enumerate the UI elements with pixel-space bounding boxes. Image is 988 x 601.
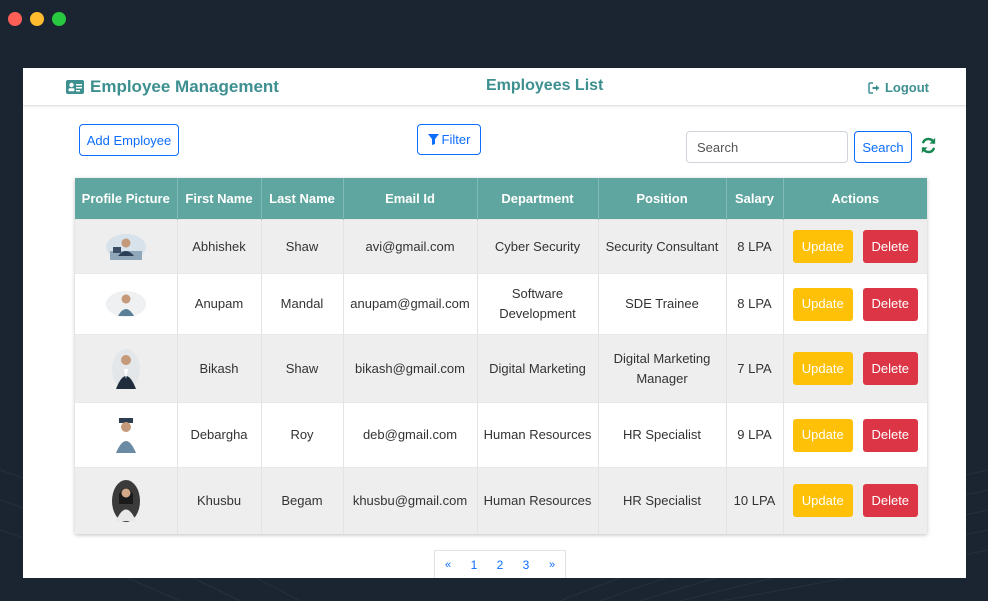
pagination-page-2[interactable]: 2 bbox=[487, 551, 513, 578]
delete-button[interactable]: Delete bbox=[862, 230, 918, 263]
first-name-cell: Anupam bbox=[177, 273, 262, 335]
close-window-button[interactable] bbox=[8, 12, 22, 26]
last-name-cell: Roy bbox=[261, 402, 344, 468]
last-name-cell: Mandal bbox=[261, 273, 344, 335]
avatar bbox=[111, 415, 140, 455]
update-button[interactable]: Update bbox=[792, 484, 853, 518]
actions-cell: Update Delete bbox=[783, 219, 927, 274]
actions-cell: Update Delete bbox=[783, 273, 927, 335]
avatar bbox=[111, 348, 140, 389]
update-button[interactable]: Update bbox=[792, 230, 853, 263]
email-cell: deb@gmail.com bbox=[343, 402, 478, 468]
pagination: « 1 2 3 » bbox=[434, 550, 566, 578]
last-name-cell: Shaw bbox=[261, 334, 344, 403]
column-header-actions: Actions bbox=[783, 178, 927, 220]
avatar bbox=[111, 479, 140, 522]
logout-label: Logout bbox=[884, 80, 929, 95]
email-cell: avi@gmail.com bbox=[343, 219, 478, 274]
salary-cell: 9 LPA bbox=[726, 402, 784, 468]
position-cell: Security Consultant bbox=[598, 219, 727, 274]
profile-picture-cell bbox=[75, 273, 178, 335]
salary-cell: 7 LPA bbox=[726, 334, 784, 403]
actions-cell: Update Delete bbox=[783, 467, 927, 534]
last-name-cell: Shaw bbox=[261, 219, 344, 274]
salary-cell: 8 LPA bbox=[726, 219, 784, 274]
employees-table: Profile Picture First Name Last Name Ema… bbox=[75, 178, 927, 534]
column-header-department[interactable]: Department bbox=[477, 178, 599, 220]
email-cell: khusbu@gmail.com bbox=[343, 467, 478, 534]
pagination-page-3[interactable]: 3 bbox=[513, 551, 539, 578]
first-name-cell: Khusbu bbox=[177, 467, 262, 534]
position-cell: HR Specialist bbox=[598, 467, 727, 534]
filter-label: Filter bbox=[441, 132, 471, 147]
email-cell: bikash@gmail.com bbox=[343, 334, 478, 403]
page-title: Employees List bbox=[486, 77, 604, 94]
navbar: Employee Management Employees List Logou… bbox=[23, 68, 966, 106]
profile-picture-cell bbox=[75, 402, 178, 468]
salary-cell: 8 LPA bbox=[726, 273, 784, 335]
profile-picture-cell bbox=[75, 334, 178, 403]
filter-icon bbox=[427, 134, 439, 145]
column-header-last-name[interactable]: Last Name bbox=[261, 178, 344, 220]
table-row: Khusbu Begam khusbu@gmail.com Human Reso… bbox=[75, 467, 927, 534]
position-cell: SDE Trainee bbox=[598, 273, 727, 335]
minimize-window-button[interactable] bbox=[30, 12, 44, 26]
last-name-cell: Begam bbox=[261, 467, 344, 534]
delete-button[interactable]: Delete bbox=[862, 352, 918, 385]
update-button[interactable]: Update bbox=[792, 418, 853, 452]
table-row: Debargha Roy deb@gmail.com Human Resourc… bbox=[75, 402, 927, 468]
brand-title: Employee Management bbox=[90, 77, 279, 96]
logout-link[interactable]: Logout bbox=[868, 80, 929, 95]
column-header-position[interactable]: Position bbox=[598, 178, 727, 220]
search-input[interactable] bbox=[686, 131, 848, 163]
add-employee-button[interactable]: Add Employee bbox=[79, 124, 179, 156]
delete-button[interactable]: Delete bbox=[862, 287, 918, 321]
position-cell: Digital Marketing Manager bbox=[598, 334, 727, 403]
pagination-page-1[interactable]: 1 bbox=[461, 551, 487, 578]
profile-picture-cell bbox=[75, 467, 178, 534]
position-cell: HR Specialist bbox=[598, 402, 727, 468]
salary-cell: 10 LPA bbox=[726, 467, 784, 534]
first-name-cell: Bikash bbox=[177, 334, 262, 403]
first-name-cell: Debargha bbox=[177, 402, 262, 468]
column-header-first-name[interactable]: First Name bbox=[177, 178, 262, 220]
department-cell: Digital Marketing bbox=[477, 334, 599, 403]
column-header-profile-picture[interactable]: Profile Picture bbox=[75, 178, 178, 220]
email-cell: anupam@gmail.com bbox=[343, 273, 478, 335]
id-card-icon bbox=[66, 80, 84, 94]
update-button[interactable]: Update bbox=[792, 287, 853, 321]
app-window: Employee Management Employees List Logou… bbox=[23, 68, 966, 578]
search-button[interactable]: Search bbox=[854, 131, 912, 163]
avatar bbox=[105, 233, 146, 260]
column-header-salary[interactable]: Salary bbox=[726, 178, 784, 220]
update-button[interactable]: Update bbox=[792, 352, 853, 385]
actions-cell: Update Delete bbox=[783, 402, 927, 468]
sign-out-icon bbox=[868, 81, 880, 94]
refresh-icon[interactable] bbox=[919, 136, 938, 155]
table-row: Abhishek Shaw avi@gmail.com Cyber Securi… bbox=[75, 219, 927, 274]
brand[interactable]: Employee Management bbox=[66, 77, 279, 97]
department-cell: Human Resources bbox=[477, 467, 599, 534]
table-row: Bikash Shaw bikash@gmail.com Digital Mar… bbox=[75, 334, 927, 403]
maximize-window-button[interactable] bbox=[52, 12, 66, 26]
actions-cell: Update Delete bbox=[783, 334, 927, 403]
delete-button[interactable]: Delete bbox=[862, 484, 918, 518]
table-row: Anupam Mandal anupam@gmail.com Software … bbox=[75, 273, 927, 335]
column-header-email[interactable]: Email Id bbox=[343, 178, 478, 220]
department-cell: Cyber Security bbox=[477, 219, 599, 274]
avatar bbox=[105, 291, 146, 317]
filter-button[interactable]: Filter bbox=[417, 124, 481, 155]
window-controls bbox=[8, 12, 66, 26]
first-name-cell: Abhishek bbox=[177, 219, 262, 274]
department-cell: Software Development bbox=[477, 273, 599, 335]
pagination-prev[interactable]: « bbox=[435, 551, 461, 578]
department-cell: Human Resources bbox=[477, 402, 599, 468]
profile-picture-cell bbox=[75, 219, 178, 274]
delete-button[interactable]: Delete bbox=[862, 418, 918, 452]
table-header-row: Profile Picture First Name Last Name Ema… bbox=[75, 178, 927, 220]
pagination-next[interactable]: » bbox=[539, 551, 565, 578]
